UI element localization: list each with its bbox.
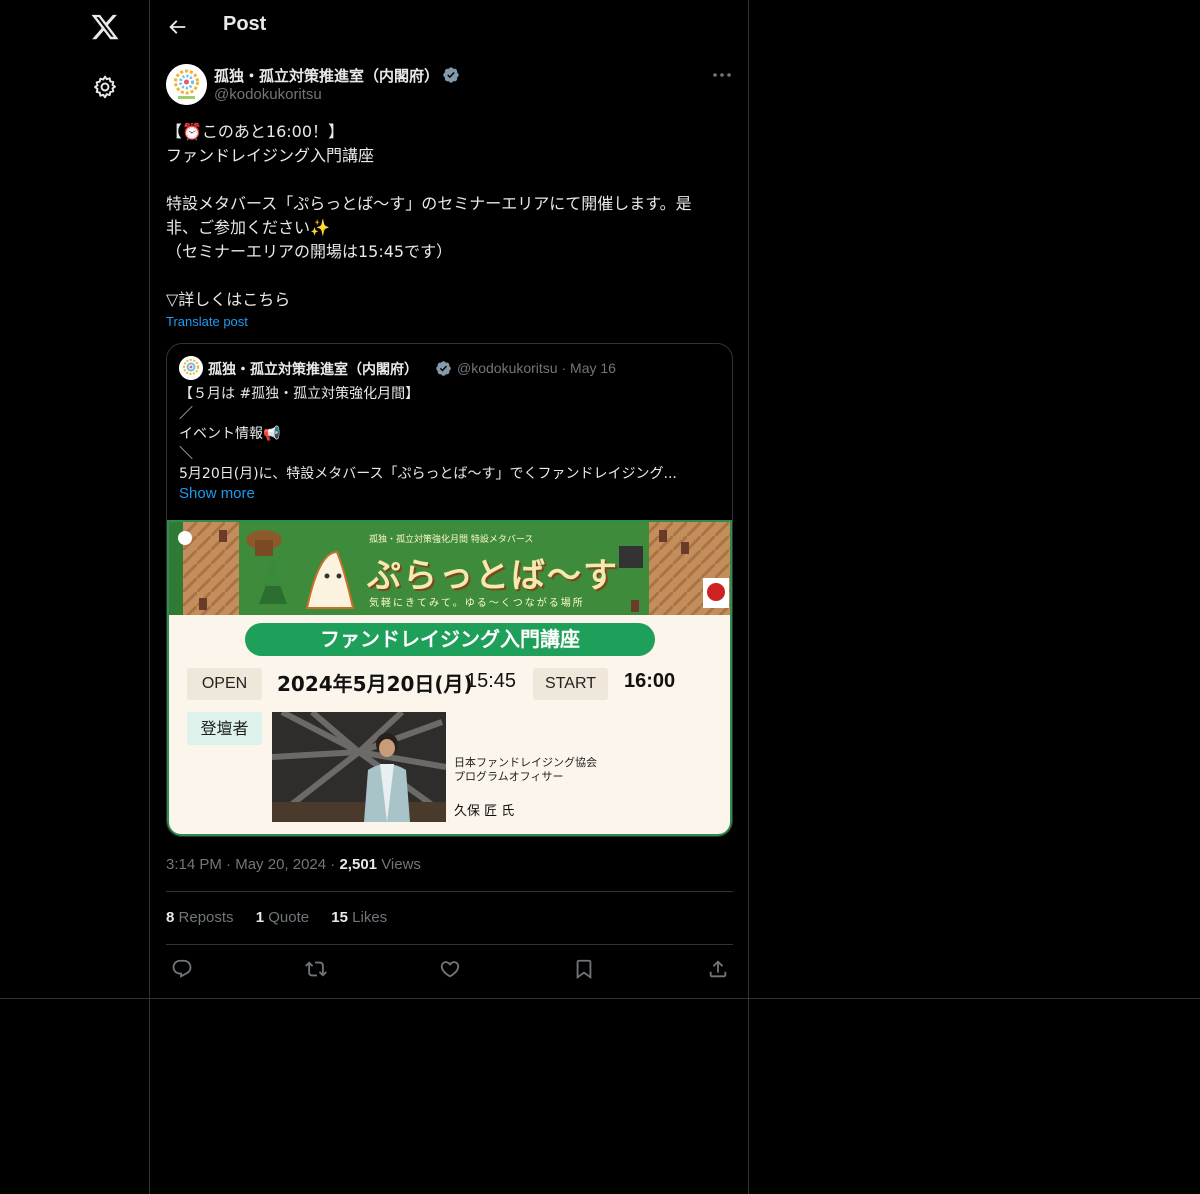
- quote-text-line: 5月20日(月)に、特設メタバース「ぷらっとば〜す」でくファンドレイジング...: [179, 466, 677, 482]
- author-name[interactable]: 孤独・孤立対策推進室（内閣府）: [214, 65, 439, 86]
- verified-badge-icon: [442, 66, 460, 84]
- banner-header: 孤独・孤立対策強化月間 特設メタバース ぷらっとば〜す 気軽にきてみて。ゆる〜く…: [169, 522, 730, 615]
- post-time[interactable]: 3:14 PM: [166, 856, 222, 873]
- translate-post-link[interactable]: Translate post: [166, 314, 248, 329]
- page-title: Post: [223, 13, 267, 35]
- divider: [166, 944, 733, 945]
- speaker-name: 久保 匠 氏: [454, 804, 515, 819]
- banner-tagline: 気軽にきてみて。ゆる〜くつながる場所: [369, 598, 585, 609]
- likes-stat[interactable]: 15 Likes: [331, 909, 387, 926]
- quotes-stat[interactable]: 1 Quote: [256, 909, 309, 926]
- org-line: プログラムオフィサー: [454, 770, 564, 783]
- likes-label: Likes: [352, 909, 388, 926]
- views-label: Views: [381, 856, 421, 873]
- quoted-post[interactable]: 孤独・孤立対策推進室（内閣府） @kodokukoritsu · May 16 …: [166, 343, 733, 837]
- post-text: 【⏰このあと16:00！】 ファンドレイジング入門講座 特設メタバース「ぷらっと…: [166, 120, 734, 312]
- speaker-photo: [272, 712, 446, 822]
- post-text-line: 【⏰このあと16:00！】: [166, 122, 345, 141]
- reposts-label: Reposts: [178, 909, 234, 926]
- quote-text-line: イベント情報📢: [179, 426, 281, 442]
- post-timestamp: 3:14 PM · May 20, 2024 · 2,501 Views: [166, 856, 421, 873]
- reposts-count: 8: [166, 909, 175, 926]
- event-date: 2024年5月20日(月): [277, 672, 473, 696]
- banner-logo-text: ぷらっとば〜す: [367, 556, 619, 596]
- engagement-stats: 8 Reposts 1 Quote 15 Likes: [166, 909, 405, 926]
- left-nav: [0, 0, 150, 1194]
- quote-text: 【５月は #孤独・孤立対策強化月間】 ／ イベント情報📢 ＼ 5月20日(月)に…: [179, 384, 724, 484]
- main-column: Post 孤独・孤立対策推進室（内閣府） @kodokukoritsu 【⏰この…: [149, 0, 749, 1194]
- quote-text-line: ／: [179, 406, 193, 422]
- likes-count: 15: [331, 909, 348, 926]
- post-text-line: 非、ご参加ください✨: [166, 218, 330, 237]
- share-icon[interactable]: [707, 958, 729, 980]
- divider: [166, 891, 733, 892]
- views-count[interactable]: 2,501: [339, 856, 377, 873]
- post-text-line: [166, 264, 734, 288]
- like-icon[interactable]: [439, 958, 461, 980]
- org-line: 日本ファンドレイジング協会: [454, 756, 597, 769]
- banner-content: 孤独・孤立対策強化月間 特設メタバース ぷらっとば〜す 気軽にきてみて。ゆる〜く…: [169, 522, 730, 834]
- post-text-line: ファンドレイジング入門講座: [166, 146, 375, 165]
- back-arrow-icon[interactable]: [166, 16, 188, 38]
- dot-separator: ·: [226, 856, 236, 873]
- open-label: OPEN: [187, 668, 262, 700]
- quotes-count: 1: [255, 909, 265, 926]
- quote-meta: @kodokukoritsu · May 16: [457, 360, 616, 376]
- post-text-line: 特設メタバース「ぷらっとば〜す」のセミナーエリアにて開催します。是: [166, 194, 692, 213]
- more-icon[interactable]: [711, 66, 733, 84]
- speaker-label: 登壇者: [187, 712, 262, 745]
- post-date[interactable]: May 20, 2024: [235, 856, 326, 873]
- avatar[interactable]: [166, 64, 207, 105]
- open-time: 15:45: [466, 670, 517, 692]
- event-title: ファンドレイジング入門講座: [245, 623, 655, 656]
- verified-badge-icon: [435, 360, 452, 377]
- post-text-line: （セミナーエリアの開場は15:45です）: [166, 242, 453, 261]
- dot-separator: ·: [561, 360, 571, 376]
- settings-icon[interactable]: [92, 74, 118, 100]
- quote-date[interactable]: May 16: [570, 360, 616, 376]
- event-banner-image[interactable]: 孤独・孤立対策強化月間 特設メタバース ぷらっとば〜す 気軽にきてみて。ゆる〜く…: [167, 520, 732, 836]
- quotes-label: Quote: [268, 909, 310, 926]
- show-more-link[interactable]: Show more: [179, 485, 255, 502]
- reply-icon[interactable]: [171, 958, 193, 980]
- x-logo-icon[interactable]: [90, 12, 120, 42]
- reposts-stat[interactable]: 8 Reposts: [166, 909, 234, 926]
- quote-avatar[interactable]: [179, 356, 203, 380]
- quote-author-name[interactable]: 孤独・孤立対策推進室（内閣府）: [208, 359, 418, 379]
- speaker-organization: 日本ファンドレイジング協会 プログラムオフィサー: [454, 756, 597, 784]
- banner-subtitle: 孤独・孤立対策強化月間 特設メタバース: [369, 535, 534, 545]
- post-text-line: [166, 168, 734, 192]
- post-text-line: ▽詳しくはこちら: [166, 290, 291, 309]
- start-time: 16:00: [624, 670, 676, 692]
- start-label: START: [533, 668, 608, 700]
- post-header: Post: [150, 0, 748, 53]
- bookmark-icon[interactable]: [573, 958, 595, 980]
- quote-text-line: 【５月は #孤独・孤立対策強化月間】: [179, 386, 420, 402]
- repost-icon[interactable]: [305, 958, 327, 980]
- author-handle[interactable]: @kodokukoritsu: [214, 86, 322, 103]
- divider: [0, 998, 1200, 999]
- quote-text-line: ＼: [179, 446, 193, 462]
- quote-handle[interactable]: @kodokukoritsu: [457, 360, 558, 376]
